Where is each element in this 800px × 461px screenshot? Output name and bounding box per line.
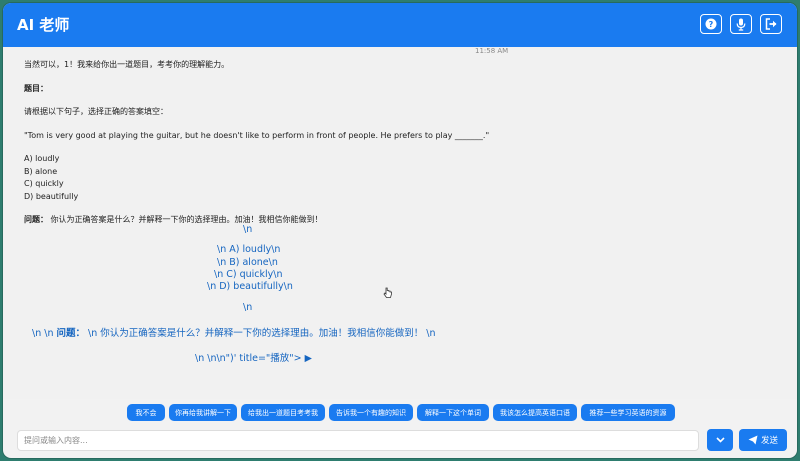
- question-heading: 题目：: [24, 83, 48, 93]
- suggestion-chip[interactable]: 给我出一道题目考考我: [241, 404, 325, 421]
- option-item: B) alone: [24, 166, 58, 176]
- raw-prefix: \n \n: [32, 328, 57, 339]
- suggestion-chip[interactable]: 推荐一些学习英语的资源: [581, 404, 675, 421]
- app-window: AI 老师 ? 11:58 AM 当然可以，1！我来给你出一道题目，考考你的理解…: [3, 3, 797, 458]
- help-icon: ?: [705, 18, 717, 30]
- logout-icon: [765, 18, 776, 30]
- mouse-cursor-icon: [383, 287, 392, 298]
- question-sentence: "Tom is very good at playing the guitar,…: [24, 130, 490, 140]
- assistant-message: 当然可以，1！我来给你出一道题目，考考你的理解能力。 题目： 请根据以下句子，选…: [24, 59, 584, 227]
- logout-button[interactable]: [760, 14, 782, 34]
- chat-area: 11:58 AM 当然可以，1！我来给你出一道题目，考考你的理解能力。 题目： …: [3, 47, 797, 399]
- raw-markup-line: \n A) loudly\n: [217, 244, 281, 255]
- chevron-down-icon: [715, 437, 725, 443]
- raw-markup-line: \n: [243, 302, 253, 313]
- help-button[interactable]: ?: [700, 14, 722, 34]
- raw-markup-line: \n B) alone\n: [217, 257, 278, 268]
- question-label: 问题：: [24, 215, 48, 224]
- raw-markup-line: \n: [243, 224, 253, 235]
- option-item: C) quickly: [24, 179, 64, 188]
- more-options-button[interactable]: [707, 429, 733, 451]
- chat-input[interactable]: 提问或输入内容...: [17, 430, 699, 451]
- suggestion-chip[interactable]: 我不会: [127, 404, 165, 421]
- suggestion-chip[interactable]: 告诉我一个有趣的知识: [329, 404, 413, 421]
- microphone-icon: [736, 18, 746, 31]
- option-item: D) beautifully: [24, 191, 79, 201]
- suggestion-chip[interactable]: 解释一下这个单词: [417, 404, 489, 421]
- message-timestamp: 11:58 AM: [475, 47, 509, 55]
- option-item: A) loudly: [24, 154, 60, 163]
- send-button[interactable]: 发送: [739, 429, 787, 451]
- send-label: 发送: [760, 436, 778, 446]
- raw-markup-line: \n D) beautifully\n: [207, 281, 293, 292]
- message-intro: 当然可以，1！我来给你出一道题目，考考你的理解能力。: [24, 60, 230, 69]
- svg-text:?: ?: [709, 20, 714, 29]
- question-text: 你认为正确答案是什么？并解释一下你的选择理由。加油！我相信你能做到！: [50, 215, 323, 224]
- paper-plane-icon: [748, 435, 758, 445]
- raw-question-text: \n 你认为正确答案是什么？并解释一下你的选择理由。加油！我相信你能做到！ \n: [85, 328, 436, 339]
- header-bar: AI 老师 ?: [3, 3, 797, 47]
- raw-markup-line: \n C) quickly\n: [214, 269, 283, 280]
- question-instruction: 请根据以下句子，选择正确的答案填空：: [24, 107, 168, 116]
- suggestion-chip[interactable]: 我该怎么提高英语口语: [493, 404, 577, 421]
- raw-question-label: 问题：: [56, 328, 85, 339]
- suggestion-chip[interactable]: 你再给我讲解一下: [169, 404, 237, 421]
- suggestion-bar: 我不会 你再给我讲解一下 给我出一道题目考考我 告诉我一个有趣的知识 解释一下这…: [3, 404, 797, 422]
- raw-markup-question: \n \n 问题： \n 你认为正确答案是什么？并解释一下你的选择理由。加油！我…: [32, 325, 436, 339]
- raw-play-markup[interactable]: \n \n\n")' title="播放"> ▶: [195, 350, 312, 364]
- microphone-button[interactable]: [730, 14, 752, 34]
- app-title: AI 老师: [17, 16, 70, 34]
